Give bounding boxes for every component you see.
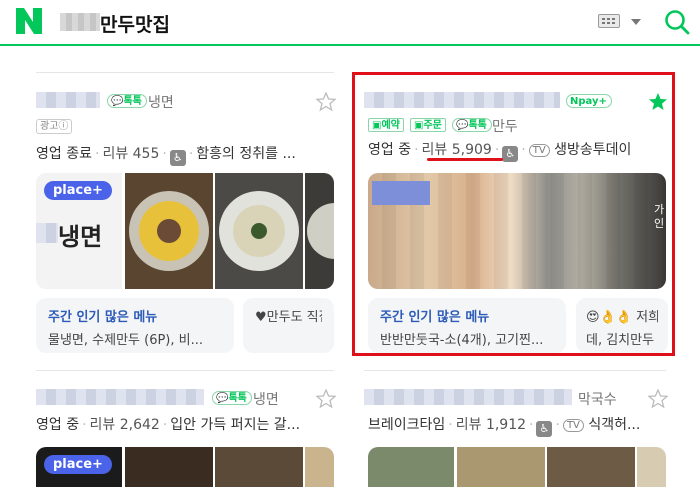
blurred-place-name — [364, 92, 560, 108]
review-count[interactable]: 리뷰 5,909 — [422, 142, 492, 158]
talktalk-badge: 💬톡톡 — [107, 94, 147, 108]
blurred-place-name — [36, 389, 204, 405]
tv-program: 생방송투데이 — [554, 142, 632, 158]
search-query[interactable]: 만두맛집 — [100, 10, 170, 37]
wheelchair-icon: ♿ — [502, 146, 519, 162]
category-label: 냉면 — [148, 95, 174, 111]
chevron-down-icon[interactable] — [631, 19, 641, 25]
description: 입안 가득 퍼지는 갈... — [170, 417, 301, 433]
food-image[interactable] — [637, 447, 666, 487]
star-filled-icon[interactable] — [648, 92, 668, 112]
wheelchair-icon: ♿ — [536, 421, 553, 437]
divider — [36, 370, 334, 371]
npay-badge: Npay+ — [566, 94, 612, 108]
menu-promo-box[interactable]: 😍👌👌 저희 데, 김치만두 — [576, 298, 668, 353]
category-label: 만두 — [492, 119, 518, 135]
status-label: 영업 종료 — [36, 146, 92, 162]
category-label: 막국수 — [578, 392, 617, 408]
menu-promo-box[interactable]: ♥만두도 직접 — [243, 298, 334, 353]
place-meta: 영업 종료 · 리뷰 455 · ♿ · 함흥의 정취를 ... — [36, 146, 296, 166]
divider — [364, 370, 666, 371]
reserve-badge: ▣예약 — [368, 118, 404, 132]
keyboard-icon[interactable] — [598, 14, 620, 28]
food-image[interactable] — [457, 447, 545, 487]
place-plus-badge: place+ — [44, 455, 112, 474]
noodle-bowl-image — [219, 191, 299, 271]
food-image[interactable] — [125, 173, 213, 289]
tv-icon: TV — [562, 419, 584, 432]
description: 함흥의 정취를 ... — [196, 146, 296, 162]
menu-items: 반반만둣국-소(4개), 고기찐... — [380, 333, 544, 348]
wheelchair-icon: ♿ — [169, 150, 186, 166]
food-image[interactable] — [125, 447, 213, 487]
tv-icon: TV — [528, 144, 550, 157]
star-icon[interactable] — [316, 389, 336, 409]
menu-title: 주간 인기 많은 메뉴 — [380, 310, 490, 325]
review-count[interactable]: 리뷰 455 — [102, 146, 159, 162]
talktalk-badge: 💬톡톡 — [452, 118, 492, 132]
promo-title: ♥만두도 직접 — [255, 310, 322, 325]
food-image[interactable] — [368, 447, 454, 487]
search-icon[interactable] — [663, 8, 691, 36]
place-meta: 브레이크타임 · 리뷰 1,912 · ♿ · TV 식객허... — [368, 417, 641, 437]
food-image-blurred[interactable]: 가인 — [368, 173, 666, 289]
blurred-place-name — [364, 389, 572, 405]
promo-title: 😍👌👌 저희 — [586, 310, 658, 325]
tv-program: 식객허... — [588, 417, 641, 433]
blurred-place-name — [36, 92, 100, 108]
promo-items: 데, 김치만두 — [586, 333, 655, 348]
popular-menu-box[interactable]: 주간 인기 많은 메뉴 반반만둣국-소(4개), 고기찐... — [368, 298, 566, 353]
divider — [36, 72, 334, 73]
noodle-bowl-image — [129, 191, 209, 271]
star-icon[interactable] — [648, 389, 668, 409]
category-label: 냉면 — [253, 392, 279, 408]
talktalk-badge: 💬톡톡 — [212, 391, 252, 405]
side-vertical-text: 가인 — [654, 203, 665, 230]
order-badge: ▣주문 — [410, 118, 446, 132]
food-photo — [307, 203, 334, 259]
food-image[interactable] — [305, 447, 334, 487]
search-header: 만두맛집 — [0, 0, 700, 46]
review-underline — [427, 158, 503, 161]
food-image[interactable] — [305, 173, 334, 289]
blurred-logo-text — [36, 223, 58, 243]
blurred-query-text — [60, 13, 100, 31]
place-meta: 영업 중 · 리뷰 2,642 · 입안 가득 퍼지는 갈... — [36, 417, 301, 433]
review-count[interactable]: 리뷰 1,912 — [456, 417, 526, 433]
place-name-tail: 브레이크타임 — [368, 417, 446, 433]
menu-items: 물냉면, 수제만두 (6P), 비... — [48, 333, 203, 348]
review-count[interactable]: 리뷰 2,642 — [90, 417, 160, 433]
status-label: 영업 중 — [36, 417, 80, 433]
food-image[interactable] — [547, 447, 635, 487]
place-plus-badge: place+ — [44, 181, 112, 200]
ad-badge: 광고ⓘ — [36, 119, 73, 134]
menu-title: 주간 인기 많은 메뉴 — [48, 310, 158, 325]
naver-logo-icon[interactable] — [16, 8, 42, 34]
status-label: 영업 중 — [368, 142, 412, 158]
star-icon[interactable] — [316, 92, 336, 112]
blurred-overlay-text — [372, 181, 430, 205]
popular-menu-box[interactable]: 주간 인기 많은 메뉴 물냉면, 수제만두 (6P), 비... — [36, 298, 234, 353]
food-image[interactable] — [215, 173, 303, 289]
logo-image-text: 냉면 — [58, 223, 103, 251]
food-image[interactable] — [215, 447, 303, 487]
